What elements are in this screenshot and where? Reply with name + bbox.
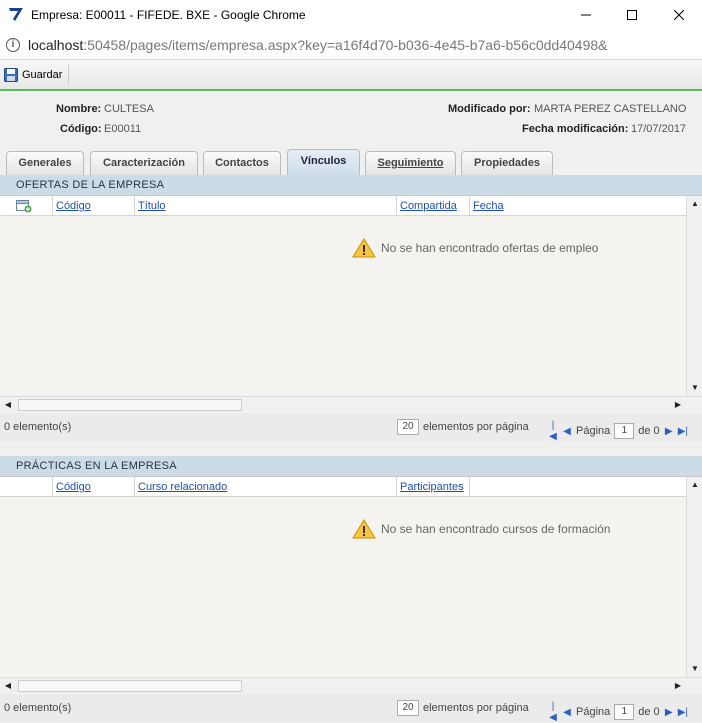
practicas-footer: 0 elemento(s) 20 elementos por página |◀… — [0, 694, 702, 723]
practicas-grid-header: Código Curso relacionado Participantes — [0, 477, 686, 497]
tab-seguimiento[interactable]: Seguimiento — [365, 151, 456, 175]
ofertas-of-label: de 0 — [638, 425, 660, 437]
modificado-value: MARTA PEREZ CASTELLANO — [534, 103, 687, 115]
col-header-compartida[interactable]: Compartida — [397, 196, 470, 216]
practicas-blank-column — [0, 477, 53, 497]
ofertas-vertical-scrollbar[interactable]: ▲ ▼ — [686, 196, 702, 396]
col-header-participantes[interactable]: Participantes — [397, 477, 470, 497]
col-header-codigo[interactable]: Código — [53, 196, 135, 216]
warning-icon — [352, 519, 376, 539]
scroll-up-icon[interactable]: ▲ — [687, 477, 702, 493]
maximize-button[interactable] — [609, 0, 655, 30]
fecha-value: 17/07/2017 — [631, 123, 687, 135]
close-button[interactable] — [656, 0, 702, 30]
prev-page-icon[interactable]: ◀ — [562, 426, 572, 437]
tab-vinculos[interactable]: Vínculos — [287, 149, 360, 175]
save-button[interactable]: Guardar — [4, 65, 70, 85]
toolbar: Guardar — [0, 60, 702, 91]
app-logo-icon — [9, 8, 23, 21]
practicas-grid: Código Curso relacionado Participantes ▲… — [0, 476, 702, 694]
scroll-down-icon[interactable]: ▼ — [687, 380, 702, 396]
ofertas-add-column[interactable] — [0, 196, 53, 216]
scroll-right-icon[interactable]: ▶ — [670, 678, 686, 694]
close-icon — [674, 10, 684, 20]
practicas-section-title: PRÁCTICAS EN LA EMPRESA — [0, 456, 702, 476]
minimize-icon — [581, 14, 591, 16]
col-header-titulo[interactable]: Título — [135, 196, 397, 216]
col-header-fecha[interactable]: Fecha — [470, 196, 686, 216]
ofertas-empty-text: No se han encontrado ofertas de empleo — [381, 241, 599, 255]
col-header-curso-relacionado[interactable]: Curso relacionado — [135, 477, 397, 497]
scroll-right-icon[interactable]: ▶ — [670, 397, 686, 413]
title-bar: Empresa: E00011 - FIFEDE. BXE - Google C… — [0, 0, 702, 30]
ofertas-count: 0 elemento(s) — [4, 421, 72, 433]
first-page-icon[interactable]: |◀ — [548, 701, 558, 723]
practicas-pager: |◀ ◀ Página 1 de 0 ▶ ▶| — [548, 701, 688, 723]
practicas-horizontal-scrollbar[interactable]: ◀ ▶ — [0, 677, 702, 693]
codigo-label: Código: — [60, 123, 102, 135]
save-label: Guardar — [22, 69, 63, 81]
url-path: :50458/pages/items/empresa.aspx?key=a16f… — [83, 37, 608, 53]
practicas-vertical-scrollbar[interactable]: ▲ ▼ — [686, 477, 702, 677]
col-header-codigo[interactable]: Código — [53, 477, 135, 497]
ofertas-grid: Código Título Compartida Fecha ▲ ▼ No se… — [0, 195, 702, 413]
main-content: Nombre: CULTESA Código: E00011 Modificad… — [0, 93, 702, 723]
tab-contactos[interactable]: Contactos — [203, 151, 281, 175]
tab-propiedades[interactable]: Propiedades — [461, 151, 553, 175]
nombre-label: Nombre: — [56, 103, 102, 115]
fecha-label: Fecha modificación: — [522, 123, 629, 135]
tab-caracterizacion[interactable]: Caracterización — [90, 151, 198, 175]
ofertas-footer: 0 elemento(s) 20 elementos por página |◀… — [0, 413, 702, 442]
window-title: Empresa: E00011 - FIFEDE. BXE - Google C… — [31, 8, 306, 22]
practicas-empty-message: No se han encontrado cursos de formación — [352, 519, 610, 539]
ofertas-grid-header: Código Título Compartida Fecha — [0, 196, 686, 216]
practicas-per-page-input[interactable]: 20 — [397, 700, 419, 716]
modificado-label: Modificado por: — [448, 103, 531, 115]
practicas-page-label: Página — [576, 706, 611, 718]
last-page-icon[interactable]: ▶| — [678, 426, 688, 437]
next-page-icon[interactable]: ▶ — [664, 707, 674, 718]
nombre-value: CULTESA — [104, 103, 154, 115]
url-text[interactable]: localhost:50458/pages/items/empresa.aspx… — [28, 37, 608, 53]
add-row-icon — [16, 200, 32, 213]
url-host: localhost — [28, 37, 84, 53]
ofertas-per-page-label: elementos por página — [423, 421, 529, 433]
minimize-button[interactable] — [563, 0, 609, 30]
practicas-count: 0 elemento(s) — [4, 702, 72, 714]
ofertas-page-input[interactable]: 1 — [614, 423, 635, 439]
codigo-value: E00011 — [104, 123, 142, 135]
scroll-down-icon[interactable]: ▼ — [687, 661, 702, 677]
scroll-left-icon[interactable]: ◀ — [0, 397, 16, 413]
scroll-left-icon[interactable]: ◀ — [0, 678, 16, 694]
warning-icon — [352, 238, 376, 258]
practicas-page-input[interactable]: 1 — [614, 704, 635, 720]
ofertas-section-title: OFERTAS DE LA EMPRESA — [0, 175, 702, 195]
practicas-empty-text: No se han encontrado cursos de formación — [381, 522, 611, 536]
first-page-icon[interactable]: |◀ — [548, 420, 558, 442]
ofertas-pager: |◀ ◀ Página 1 de 0 ▶ ▶| — [548, 420, 688, 442]
practicas-per-page-label: elementos por página — [423, 702, 529, 714]
prev-page-icon[interactable]: ◀ — [562, 707, 572, 718]
scroll-up-icon[interactable]: ▲ — [687, 196, 702, 212]
floppy-disk-icon — [4, 68, 18, 82]
ofertas-per-page-input[interactable]: 20 — [397, 419, 419, 435]
maximize-icon — [627, 10, 637, 20]
next-page-icon[interactable]: ▶ — [664, 426, 674, 437]
ofertas-empty-message: No se han encontrado ofertas de empleo — [352, 238, 598, 258]
practicas-scroll-thumb[interactable] — [18, 680, 242, 692]
last-page-icon[interactable]: ▶| — [678, 707, 688, 718]
ofertas-scroll-thumb[interactable] — [18, 399, 242, 411]
practicas-of-label: de 0 — [638, 706, 660, 718]
address-bar[interactable]: i localhost:50458/pages/items/empresa.as… — [0, 30, 702, 60]
info-icon[interactable]: i — [6, 38, 20, 52]
ofertas-page-label: Página — [576, 425, 611, 437]
tab-generales[interactable]: Generales — [6, 151, 84, 175]
ofertas-horizontal-scrollbar[interactable]: ◀ ▶ — [0, 396, 702, 412]
